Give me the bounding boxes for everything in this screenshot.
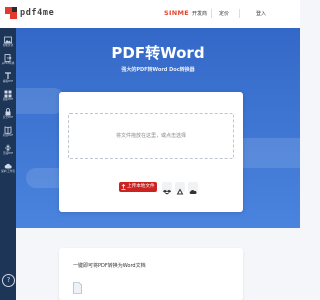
- help-button[interactable]: ?: [2, 274, 15, 287]
- upload-card: 将文件拖放在这里，或点击选择 上传本地文件: [59, 92, 243, 212]
- sidebar-item-read[interactable]: 阅读PDF: [0, 126, 16, 140]
- sidebar-item-label: 阅读PDF: [2, 134, 14, 137]
- document-icon: [73, 282, 82, 294]
- sidebar-item-optimize[interactable]: 智能优化: [0, 36, 16, 50]
- sidebar-item-organize[interactable]: 组织PDF: [0, 90, 16, 104]
- dropzone-hint: 将文件拖放在这里，或点击选择: [115, 133, 186, 139]
- sidebar-item-label: 编辑PDF: [2, 80, 14, 83]
- sidebar-item-secure[interactable]: 安全PDF: [0, 108, 16, 122]
- sidebar-item-compress[interactable]: 压缩PDF: [0, 144, 16, 158]
- sidebar-item-label: 从PDF转换: [1, 62, 15, 65]
- header-divider: [239, 9, 240, 18]
- pricing-link[interactable]: 定价: [219, 10, 229, 17]
- sidebar-item-label: 智能优化: [2, 44, 14, 47]
- pdf4me-logo[interactable]: pdf4me: [4, 6, 54, 20]
- sidebar-item-label: 压缩PDF: [2, 152, 14, 155]
- pdf-convert-icon: [4, 54, 12, 62]
- compress-icon: [5, 144, 11, 152]
- page-title: PDF转Word: [111, 44, 205, 62]
- upload-icon: [121, 184, 126, 190]
- image-icon: [4, 36, 12, 44]
- feature-section: 一键即可将PDF转换为Word文档: [59, 248, 243, 300]
- top-header: pdf4me SINME 开发商 定价 登入: [0, 0, 300, 29]
- feature-heading: 一键即可将PDF转换为Word文档: [73, 263, 146, 269]
- dropbox-button[interactable]: [162, 182, 172, 195]
- lock-icon: [5, 108, 11, 116]
- file-dropzone[interactable]: 将文件拖放在这里，或点击选择: [68, 113, 234, 159]
- book-icon: [4, 126, 12, 134]
- onedrive-icon: [189, 189, 197, 194]
- page-subtitle: 强大的PDF转Word Doc转换器: [121, 67, 195, 73]
- header-divider: [211, 9, 212, 18]
- cloud-upload-icon: [4, 163, 12, 169]
- dropbox-icon: [162, 189, 172, 195]
- upload-local-file-button[interactable]: 上传本地文件: [119, 182, 157, 192]
- sidebar-item-from-pdf[interactable]: 从PDF转换: [0, 54, 16, 68]
- google-drive-icon: [176, 188, 184, 195]
- logo-icon: [5, 7, 17, 19]
- sidebar-item-label: 组织PDF: [2, 98, 14, 101]
- login-link[interactable]: 登入: [256, 10, 266, 17]
- sidebar-item-workflow[interactable]: 保护/工作流: [0, 162, 16, 176]
- upload-button-label: 上传本地文件: [127, 184, 155, 189]
- sidebar-item-label: 保护/工作流: [1, 170, 15, 173]
- brand-logo: SINME: [164, 9, 189, 17]
- text-edit-icon: [5, 72, 11, 79]
- sidebar: 智能优化 从PDF转换 编辑PDF 组织PDF 安全PDF 阅读PDF 压缩PD…: [0, 28, 16, 300]
- onedrive-button[interactable]: [188, 182, 198, 194]
- google-drive-button[interactable]: [175, 182, 185, 195]
- logo-text: pdf4me: [20, 8, 55, 18]
- grid-icon: [4, 90, 12, 98]
- sidebar-item-edit-pdf[interactable]: 编辑PDF: [0, 72, 16, 86]
- sidebar-item-label: 安全PDF: [2, 116, 14, 119]
- developer-link[interactable]: SINME 开发商: [164, 9, 207, 17]
- developer-label: 开发商: [191, 10, 207, 17]
